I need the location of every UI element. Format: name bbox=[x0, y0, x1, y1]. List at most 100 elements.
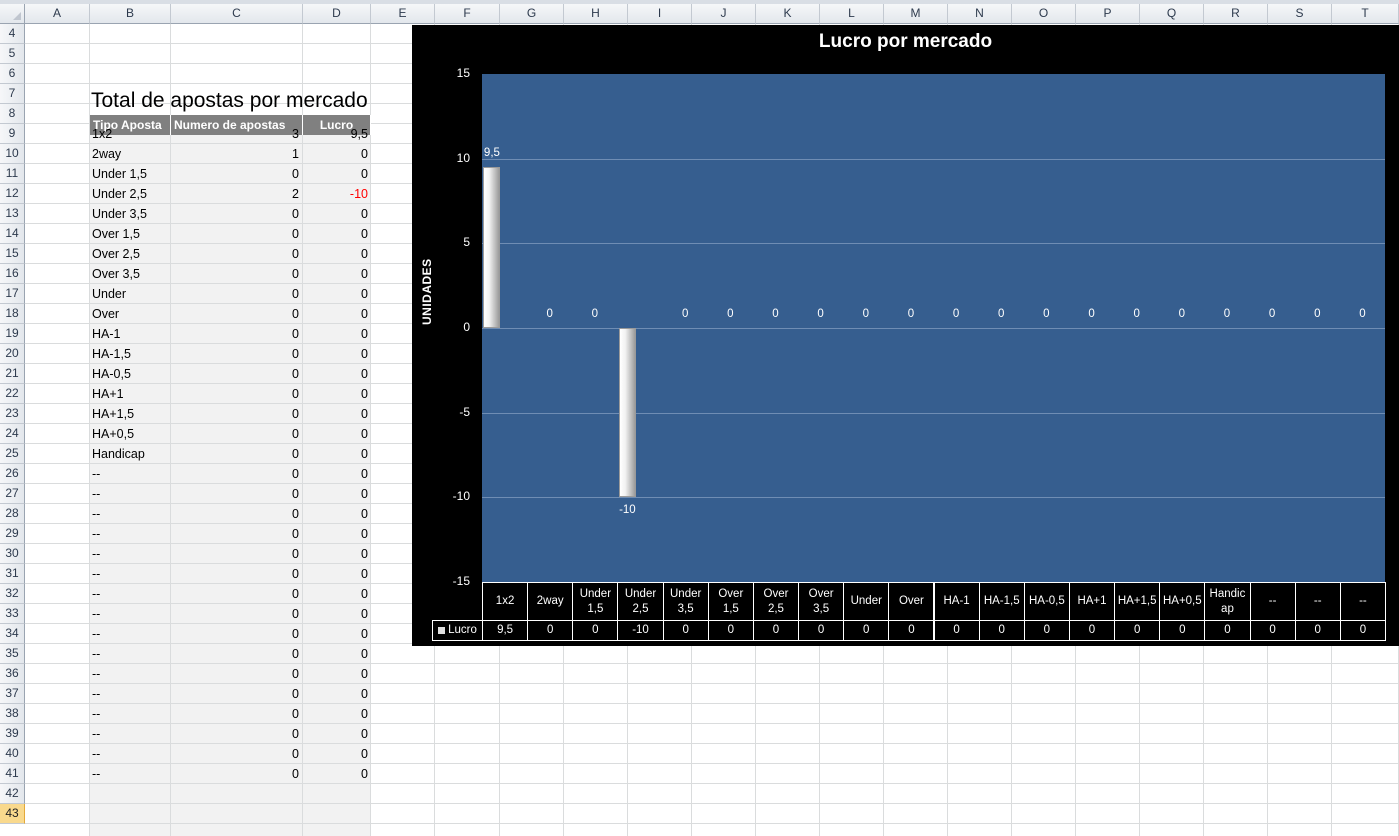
bet-type-cell[interactable]: Over bbox=[92, 304, 170, 324]
column-header-l[interactable]: L bbox=[820, 4, 884, 24]
profit-cell[interactable]: 0 bbox=[303, 144, 368, 164]
bet-count-cell[interactable]: 0 bbox=[171, 704, 299, 724]
bet-count-cell[interactable]: 0 bbox=[171, 744, 299, 764]
row-header-30[interactable]: 30 bbox=[0, 544, 25, 564]
row-header-20[interactable]: 20 bbox=[0, 344, 25, 364]
bet-count-cell[interactable]: 0 bbox=[171, 324, 299, 344]
bet-count-cell[interactable]: 3 bbox=[171, 124, 299, 144]
bet-type-cell[interactable]: HA-1,5 bbox=[92, 344, 170, 364]
profit-cell[interactable]: 0 bbox=[303, 404, 368, 424]
row-header-15[interactable]: 15 bbox=[0, 244, 25, 264]
column-header-c[interactable]: C bbox=[171, 4, 303, 24]
bet-count-cell[interactable]: 0 bbox=[171, 244, 299, 264]
bet-type-cell[interactable]: -- bbox=[92, 704, 170, 724]
bet-count-cell[interactable]: 0 bbox=[171, 764, 299, 784]
bet-count-cell[interactable]: 0 bbox=[171, 684, 299, 704]
column-header-q[interactable]: Q bbox=[1140, 4, 1204, 24]
bet-count-cell[interactable]: 0 bbox=[171, 444, 299, 464]
row-header-37[interactable]: 37 bbox=[0, 684, 25, 704]
row-header-36[interactable]: 36 bbox=[0, 664, 25, 684]
bet-type-cell[interactable]: 1x2 bbox=[92, 124, 170, 144]
column-header-r[interactable]: R bbox=[1204, 4, 1268, 24]
profit-chart[interactable]: Lucro por mercado UNIDADES 1x2 9,5 2way 0 Un… bbox=[412, 25, 1399, 646]
bet-type-cell[interactable]: -- bbox=[92, 564, 170, 584]
profit-cell[interactable]: 0 bbox=[303, 564, 368, 584]
bet-type-cell[interactable]: Handicap bbox=[92, 444, 170, 464]
profit-cell[interactable]: 0 bbox=[303, 444, 368, 464]
bet-type-cell[interactable]: -- bbox=[92, 644, 170, 664]
column-header-m[interactable]: M bbox=[884, 4, 948, 24]
column-header-g[interactable]: G bbox=[500, 4, 564, 24]
profit-cell[interactable]: 0 bbox=[303, 644, 368, 664]
bet-type-cell[interactable]: 2way bbox=[92, 144, 170, 164]
column-header-b[interactable]: B bbox=[90, 4, 171, 24]
bet-count-cell[interactable]: 0 bbox=[171, 404, 299, 424]
column-header-k[interactable]: K bbox=[756, 4, 820, 24]
row-header-32[interactable]: 32 bbox=[0, 584, 25, 604]
bet-count-cell[interactable]: 0 bbox=[171, 424, 299, 444]
profit-cell[interactable]: 0 bbox=[303, 604, 368, 624]
bet-count-cell[interactable]: 0 bbox=[171, 224, 299, 244]
row-header-31[interactable]: 31 bbox=[0, 564, 25, 584]
profit-cell[interactable]: 0 bbox=[303, 244, 368, 264]
profit-cell[interactable]: 0 bbox=[303, 584, 368, 604]
profit-cell[interactable]: 0 bbox=[303, 664, 368, 684]
row-header-23[interactable]: 23 bbox=[0, 404, 25, 424]
bet-count-cell[interactable]: 0 bbox=[171, 284, 299, 304]
bet-count-cell[interactable]: 0 bbox=[171, 624, 299, 644]
profit-cell[interactable]: 0 bbox=[303, 324, 368, 344]
row-header-28[interactable]: 28 bbox=[0, 504, 25, 524]
row-header-17[interactable]: 17 bbox=[0, 284, 25, 304]
profit-cell[interactable]: 0 bbox=[303, 204, 368, 224]
row-header-21[interactable]: 21 bbox=[0, 364, 25, 384]
bet-count-cell[interactable]: 0 bbox=[171, 564, 299, 584]
row-header-5[interactable]: 5 bbox=[0, 44, 25, 64]
profit-cell[interactable]: 0 bbox=[303, 224, 368, 244]
column-header-t[interactable]: T bbox=[1332, 4, 1399, 24]
row-header-42[interactable]: 42 bbox=[0, 784, 25, 804]
column-header-d[interactable]: D bbox=[303, 4, 371, 24]
row-header-24[interactable]: 24 bbox=[0, 424, 25, 444]
profit-cell[interactable]: 0 bbox=[303, 544, 368, 564]
bet-type-cell[interactable]: -- bbox=[92, 604, 170, 624]
column-header-e[interactable]: E bbox=[371, 4, 435, 24]
bet-type-cell[interactable]: -- bbox=[92, 684, 170, 704]
bet-type-cell[interactable]: -- bbox=[92, 724, 170, 744]
column-header-a[interactable]: A bbox=[25, 4, 90, 24]
bet-type-cell[interactable]: HA-0,5 bbox=[92, 364, 170, 384]
bet-type-cell[interactable]: Over 2,5 bbox=[92, 244, 170, 264]
row-header-27[interactable]: 27 bbox=[0, 484, 25, 504]
row-header-12[interactable]: 12 bbox=[0, 184, 25, 204]
bet-count-cell[interactable]: 0 bbox=[171, 544, 299, 564]
column-header-o[interactable]: O bbox=[1012, 4, 1076, 24]
bet-type-cell[interactable]: Under 3,5 bbox=[92, 204, 170, 224]
profit-cell[interactable]: 0 bbox=[303, 384, 368, 404]
row-header-33[interactable]: 33 bbox=[0, 604, 25, 624]
profit-cell[interactable]: 0 bbox=[303, 704, 368, 724]
bet-count-cell[interactable]: 0 bbox=[171, 644, 299, 664]
profit-cell[interactable]: 0 bbox=[303, 484, 368, 504]
bet-type-cell[interactable]: HA+1 bbox=[92, 384, 170, 404]
row-header-11[interactable]: 11 bbox=[0, 164, 25, 184]
bet-type-cell[interactable]: -- bbox=[92, 624, 170, 644]
bet-type-cell[interactable]: -- bbox=[92, 544, 170, 564]
bet-count-cell[interactable]: 0 bbox=[171, 664, 299, 684]
bet-type-cell[interactable]: -- bbox=[92, 744, 170, 764]
row-header-16[interactable]: 16 bbox=[0, 264, 25, 284]
row-header-13[interactable]: 13 bbox=[0, 204, 25, 224]
row-header-39[interactable]: 39 bbox=[0, 724, 25, 744]
bet-count-cell[interactable]: 0 bbox=[171, 584, 299, 604]
bet-type-cell[interactable]: HA+1,5 bbox=[92, 404, 170, 424]
row-header-18[interactable]: 18 bbox=[0, 304, 25, 324]
row-header-34[interactable]: 34 bbox=[0, 624, 25, 644]
bet-type-cell[interactable]: -- bbox=[92, 524, 170, 544]
profit-cell[interactable]: 0 bbox=[303, 264, 368, 284]
bet-count-cell[interactable]: 0 bbox=[171, 204, 299, 224]
column-header-h[interactable]: H bbox=[564, 4, 628, 24]
profit-cell[interactable]: 0 bbox=[303, 424, 368, 444]
row-header-41[interactable]: 41 bbox=[0, 764, 25, 784]
bet-count-cell[interactable]: 1 bbox=[171, 144, 299, 164]
column-header-f[interactable]: F bbox=[435, 4, 500, 24]
select-all-corner[interactable] bbox=[0, 4, 25, 24]
bet-count-cell[interactable]: 0 bbox=[171, 504, 299, 524]
